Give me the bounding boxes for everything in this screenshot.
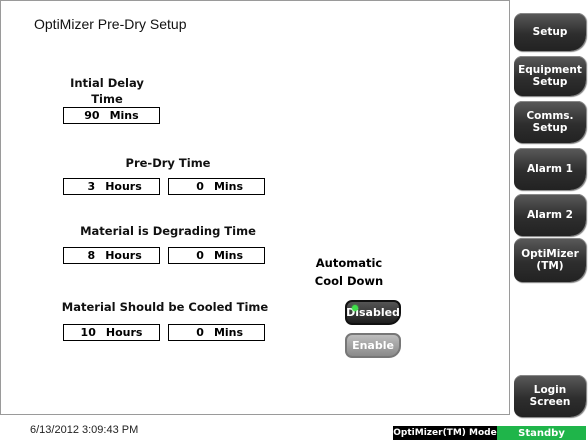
login-screen-label-line2: Screen [529,396,571,408]
auto-cool-down-label: Automatic Cool Down [304,254,394,290]
cooled-mins-value: 0 [196,326,204,339]
cool-down-disabled-button[interactable]: Disabled [345,300,401,325]
optimizer-button[interactable]: OptiMizer (TM) [514,238,586,282]
page-title: OptiMizer Pre-Dry Setup [34,16,187,32]
degrading-mins-value: 0 [196,249,204,262]
initial-delay-label: Intial Delay Time [62,75,152,107]
comms-setup-button[interactable]: Comms. Setup [514,101,586,143]
optimizer-label-line2: (TM) [536,260,564,272]
main-panel [0,0,510,415]
auto-cool-down-label-line2: Cool Down [314,274,384,288]
pre-dry-mins-value: 0 [196,180,204,193]
alarm-1-button[interactable]: Alarm 1 [514,148,586,190]
auto-cool-down-label-line1: Automatic [315,256,383,270]
setup-button-label: Setup [532,26,568,38]
pre-dry-hours-field[interactable]: 3 Hours [63,178,160,195]
initial-delay-label-line2: Time [91,92,123,106]
mode-label: OptiMizer(TM) Mode [393,426,497,440]
alarm-2-button[interactable]: Alarm 2 [514,194,586,236]
degrading-mins-field[interactable]: 0 Mins [168,247,265,264]
comms-setup-label-line1: Comms. [526,110,574,122]
degrading-label: Material is Degrading Time [80,224,256,238]
cooled-hours-value: 10 [80,326,96,339]
cool-down-enable-label: Enable [352,339,394,352]
cooled-hours-field[interactable]: 10 Hours [63,324,160,341]
equipment-setup-button[interactable]: Equipment Setup [514,56,586,96]
cooled-label: Material Should be Cooled Time [61,300,269,314]
initial-delay-mins-field[interactable]: 90 Mins [63,107,160,124]
pre-dry-hours-value: 3 [87,180,96,193]
pre-dry-mins-field[interactable]: 0 Mins [168,178,265,195]
setup-button[interactable]: Setup [514,13,586,51]
initial-delay-mins-value: 90 [84,109,100,122]
comms-setup-label-line2: Setup [532,122,568,134]
initial-delay-label-line1: Intial Delay [70,76,144,90]
login-screen-button[interactable]: Login Screen [514,375,586,417]
alarm-1-label: Alarm 1 [527,163,573,175]
pre-dry-label: Pre-Dry Time [125,156,211,170]
mode-status-badge: Standby [497,426,586,440]
equipment-setup-label-line1: Equipment [518,64,582,76]
degrading-mins-unit: Mins [213,249,244,262]
cooled-mins-unit: Mins [213,326,244,339]
initial-delay-mins-unit: Mins [109,109,139,122]
degrading-hours-value: 8 [87,249,96,262]
login-screen-label-line1: Login [533,384,567,396]
equipment-setup-label-line2: Setup [532,76,568,88]
timestamp: 6/13/2012 3:09:43 PM [30,424,139,436]
pre-dry-hours-unit: Hours [105,180,142,193]
active-indicator-led [352,305,358,311]
degrading-hours-unit: Hours [105,249,142,262]
cooled-hours-unit: Hours [105,326,143,339]
sidebar: Setup Equipment Setup Comms. Setup Alarm… [510,0,588,445]
degrading-hours-field[interactable]: 8 Hours [63,247,160,264]
cool-down-enable-button[interactable]: Enable [345,333,401,358]
optimizer-label-line1: OptiMizer [521,248,579,260]
alarm-2-label: Alarm 2 [527,209,573,221]
cooled-mins-field[interactable]: 0 Mins [168,324,265,341]
pre-dry-mins-unit: Mins [213,180,244,193]
